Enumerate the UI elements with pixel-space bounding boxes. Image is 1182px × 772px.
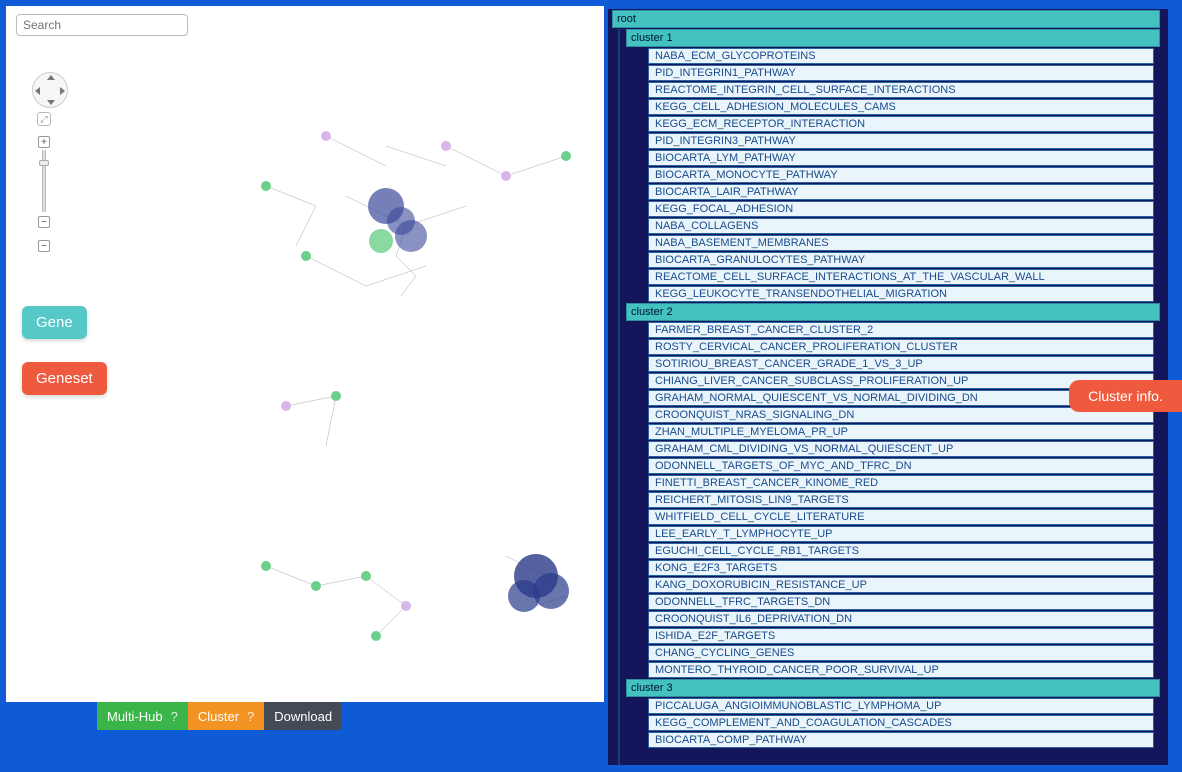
tree-root[interactable]: root bbox=[612, 10, 1160, 28]
geneset-item[interactable]: PID_INTEGRIN1_PATHWAY bbox=[648, 65, 1154, 81]
zoom-out-button[interactable]: − bbox=[38, 216, 50, 228]
geneset-item[interactable]: ODONNELL_TARGETS_OF_MYC_AND_TFRC_DN bbox=[648, 458, 1154, 474]
geneset-item[interactable]: NABA_COLLAGENS bbox=[648, 218, 1154, 234]
multihub-button[interactable]: Multi-Hub ? bbox=[97, 702, 188, 730]
geneset-item[interactable]: PICCALUGA_ANGIOIMMUNOBLASTIC_LYMPHOMA_UP bbox=[648, 698, 1154, 714]
zoom-slider-handle[interactable] bbox=[39, 160, 49, 166]
geneset-item[interactable]: KEGG_CELL_ADHESION_MOLECULES_CAMS bbox=[648, 99, 1154, 115]
geneset-item[interactable]: KANG_DOXORUBICIN_RESISTANCE_UP bbox=[648, 577, 1154, 593]
geneset-item[interactable]: KEGG_FOCAL_ADHESION bbox=[648, 201, 1154, 217]
geneset-item[interactable]: REACTOME_CELL_SURFACE_INTERACTIONS_AT_TH… bbox=[648, 269, 1154, 285]
geneset-item[interactable]: EGUCHI_CELL_CYCLE_RB1_TARGETS bbox=[648, 543, 1154, 559]
pan-down-icon bbox=[47, 100, 55, 105]
geneset-item[interactable]: BIOCARTA_GRANULOCYTES_PATHWAY bbox=[648, 252, 1154, 268]
geneset-item[interactable]: FINETTI_BREAST_CANCER_KINOME_RED bbox=[648, 475, 1154, 491]
gene-button[interactable]: Gene bbox=[22, 306, 87, 339]
geneset-item[interactable]: KEGG_ECM_RECEPTOR_INTERACTION bbox=[648, 116, 1154, 132]
geneset-item[interactable]: BIOCARTA_MONOCYTE_PATHWAY bbox=[648, 167, 1154, 183]
geneset-item[interactable]: REACTOME_INTEGRIN_CELL_SURFACE_INTERACTI… bbox=[648, 82, 1154, 98]
geneset-item[interactable]: ROSTY_CERVICAL_CANCER_PROLIFERATION_CLUS… bbox=[648, 339, 1154, 355]
pan-left-icon bbox=[35, 87, 40, 95]
pan-right-icon bbox=[60, 87, 65, 95]
cluster-header[interactable]: cluster 1 bbox=[626, 29, 1160, 47]
help-icon[interactable]: ? bbox=[171, 709, 178, 724]
pan-control[interactable] bbox=[32, 72, 68, 108]
geneset-item[interactable]: KEGG_LEUKOCYTE_TRANSENDOTHELIAL_MIGRATIO… bbox=[648, 286, 1154, 302]
geneset-item[interactable]: CHANG_CYCLING_GENES bbox=[648, 645, 1154, 661]
multihub-label: Multi-Hub bbox=[107, 709, 163, 724]
cluster-header[interactable]: cluster 3 bbox=[626, 679, 1160, 697]
geneset-item[interactable]: REICHERT_MITOSIS_LIN9_TARGETS bbox=[648, 492, 1154, 508]
download-label: Download bbox=[274, 709, 332, 724]
geneset-item[interactable]: KEGG_COMPLEMENT_AND_COAGULATION_CASCADES bbox=[648, 715, 1154, 731]
geneset-item[interactable]: KONG_E2F3_TARGETS bbox=[648, 560, 1154, 576]
geneset-item[interactable]: PID_INTEGRIN3_PATHWAY bbox=[648, 133, 1154, 149]
cluster-header[interactable]: cluster 2 bbox=[626, 303, 1160, 321]
geneset-item[interactable]: ODONNELL_TFRC_TARGETS_DN bbox=[648, 594, 1154, 610]
help-icon[interactable]: ? bbox=[247, 709, 254, 724]
geneset-item[interactable]: NABA_ECM_GLYCOPROTEINS bbox=[648, 48, 1154, 64]
cluster-label: Cluster bbox=[198, 709, 239, 724]
geneset-item[interactable]: MONTERO_THYROID_CANCER_POOR_SURVIVAL_UP bbox=[648, 662, 1154, 678]
geneset-item[interactable]: CROONQUIST_IL6_DEPRIVATION_DN bbox=[648, 611, 1154, 627]
geneset-item[interactable]: FARMER_BREAST_CANCER_CLUSTER_2 bbox=[648, 322, 1154, 338]
geneset-item[interactable]: BIOCARTA_LYM_PATHWAY bbox=[648, 150, 1154, 166]
geneset-item[interactable]: ZHAN_MULTIPLE_MYELOMA_PR_UP bbox=[648, 424, 1154, 440]
geneset-item[interactable]: LEE_EARLY_T_LYMPHOCYTE_UP bbox=[648, 526, 1154, 542]
geneset-item[interactable]: GRAHAM_CML_DIVIDING_VS_NORMAL_QUIESCENT_… bbox=[648, 441, 1154, 457]
zoom-reset-button[interactable]: − bbox=[38, 240, 50, 252]
network-graph[interactable] bbox=[206, 96, 606, 686]
zoom-in-button[interactable]: + bbox=[38, 136, 50, 148]
network-panel: ⤢ + − − Gene Geneset bbox=[6, 6, 604, 702]
pan-up-icon bbox=[47, 75, 55, 80]
search-input[interactable] bbox=[16, 14, 188, 36]
bottom-toolbar: Multi-Hub ? Cluster ? Download bbox=[97, 702, 342, 730]
fit-view-button[interactable]: ⤢ bbox=[37, 112, 51, 126]
geneset-item[interactable]: WHITFIELD_CELL_CYCLE_LITERATURE bbox=[648, 509, 1154, 525]
download-button[interactable]: Download bbox=[264, 702, 342, 730]
geneset-button[interactable]: Geneset bbox=[22, 362, 107, 395]
geneset-item[interactable]: ISHIDA_E2F_TARGETS bbox=[648, 628, 1154, 644]
geneset-item[interactable]: BIOCARTA_LAIR_PATHWAY bbox=[648, 184, 1154, 200]
tree-connector bbox=[618, 29, 620, 765]
cluster-info-tab[interactable]: Cluster info. bbox=[1069, 380, 1182, 412]
geneset-item[interactable]: BIOCARTA_COMP_PATHWAY bbox=[648, 732, 1154, 748]
geneset-item[interactable]: SOTIRIOU_BREAST_CANCER_GRADE_1_VS_3_UP bbox=[648, 356, 1154, 372]
geneset-item[interactable]: NABA_BASEMENT_MEMBRANES bbox=[648, 235, 1154, 251]
cluster-button[interactable]: Cluster ? bbox=[188, 702, 264, 730]
